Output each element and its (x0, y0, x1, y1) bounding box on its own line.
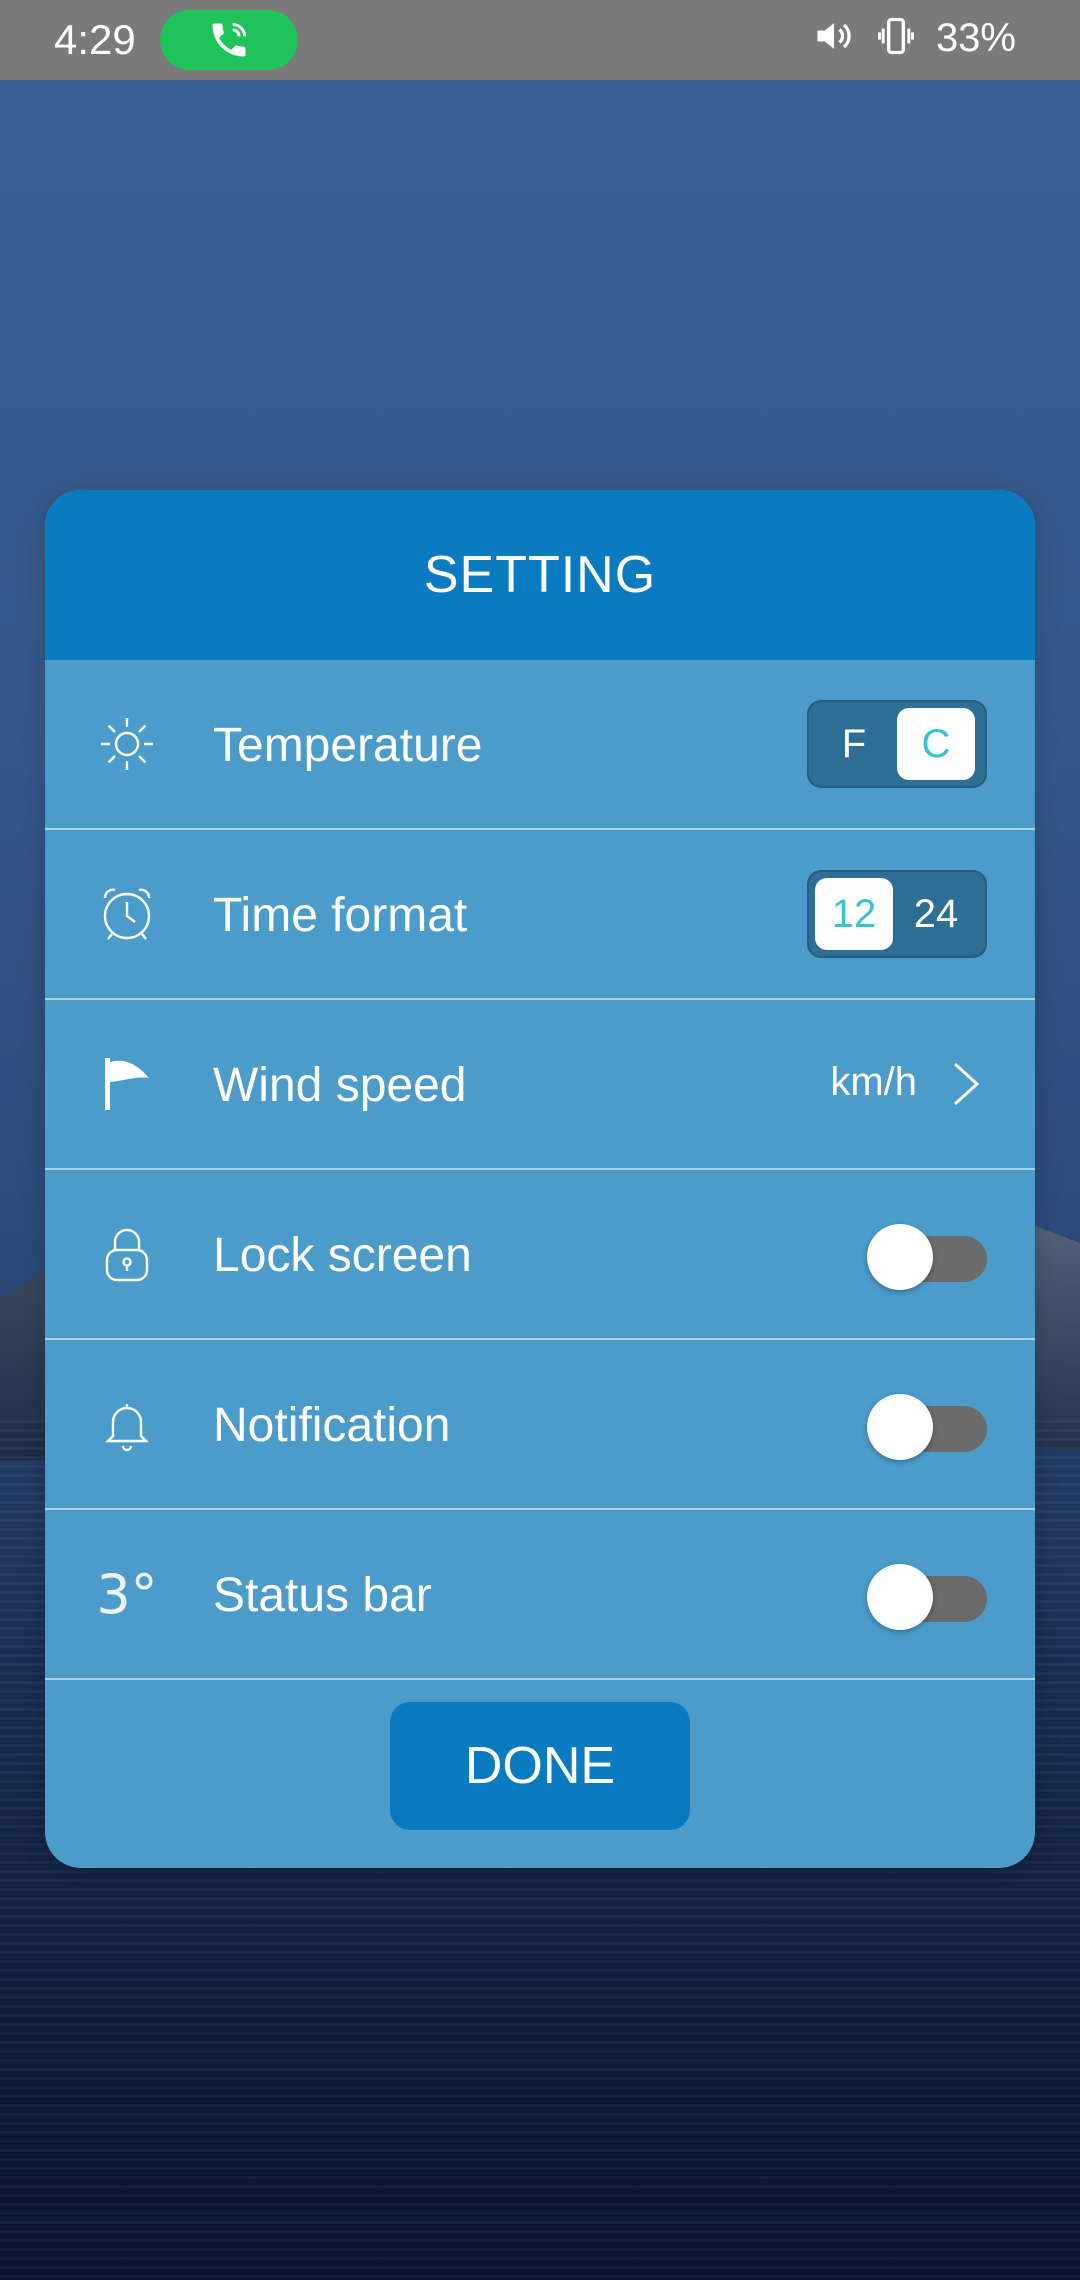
time-format-option-24[interactable]: 24 (897, 878, 975, 950)
row-label-wind-speed: Wind speed (213, 1059, 467, 1112)
time-format-option-12[interactable]: 12 (815, 878, 893, 950)
flag-icon (97, 1054, 157, 1114)
toggle-knob (867, 1564, 933, 1630)
time-format-switch[interactable]: 12 24 (807, 870, 987, 958)
dialog-header: SETTING (45, 490, 1035, 660)
lock-screen-toggle[interactable] (867, 1224, 987, 1290)
row-lock-screen: Lock screen (45, 1170, 1035, 1340)
wind-speed-unit-value: km/h (830, 1060, 917, 1104)
row-wind-speed[interactable]: Wind speed km/h (45, 1000, 1035, 1170)
row-label-time-format: Time format (213, 889, 468, 942)
battery-percent: 33% (935, 16, 1016, 60)
sun-icon (97, 714, 157, 774)
toggle-knob (867, 1224, 933, 1290)
temperature-option-f[interactable]: F (815, 708, 893, 780)
status-time: 4:29 (54, 16, 136, 63)
chevron-right-icon (951, 1060, 981, 1113)
dialog-title: SETTING (423, 546, 657, 604)
row-label-lock-screen: Lock screen (213, 1229, 472, 1282)
phone-call-icon[interactable] (160, 10, 298, 70)
temperature-digit-icon: 3° (96, 1562, 158, 1626)
dialog-footer: DONE (45, 1668, 1035, 1868)
status-bar-toggle[interactable] (867, 1564, 987, 1630)
status-bar: 4:29 33% (0, 0, 1080, 80)
row-time-format: Time format 12 24 (45, 830, 1035, 1000)
temperature-option-c[interactable]: C (897, 708, 975, 780)
vibrate-icon (874, 14, 918, 63)
temperature-unit-switch[interactable]: F C (807, 700, 987, 788)
settings-dialog: SETTING Temperature F C Time format 12 2… (45, 490, 1035, 1868)
row-label-temperature: Temperature (213, 719, 483, 772)
row-temperature: Temperature F C (45, 660, 1035, 830)
alarm-clock-icon (97, 884, 157, 944)
row-label-status-bar: Status bar (213, 1569, 432, 1622)
done-button[interactable]: DONE (390, 1702, 690, 1830)
padlock-icon (97, 1224, 157, 1284)
toggle-knob (867, 1394, 933, 1460)
volume-icon (812, 14, 856, 63)
bell-icon (97, 1394, 157, 1454)
row-label-notification: Notification (213, 1399, 451, 1452)
notification-toggle[interactable] (867, 1394, 987, 1460)
row-status-bar: 3° Status bar (45, 1510, 1035, 1680)
row-notification: Notification (45, 1340, 1035, 1510)
